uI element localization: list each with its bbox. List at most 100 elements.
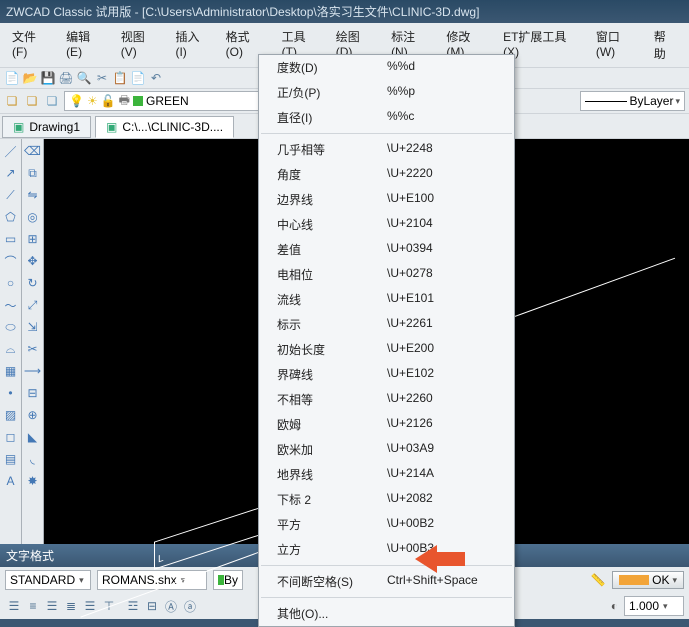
copy-icon[interactable]: 📋 <box>112 70 128 86</box>
ray-icon[interactable]: ↗ <box>3 165 19 181</box>
menu-item[interactable]: 不相等\U+2260 <box>259 387 514 412</box>
mirror-icon[interactable]: ⇋ <box>25 187 41 203</box>
menu-item[interactable]: 初始长度\U+E200 <box>259 337 514 362</box>
justify-icons: ☰ ≡ ☰ ≣ ☰ ⊤ <box>5 597 118 615</box>
menu-item[interactable]: 度数(D)%%d <box>259 55 514 80</box>
menu-insert[interactable]: 插入(I) <box>167 25 217 65</box>
menu-edit[interactable]: 编辑(E) <box>58 25 113 65</box>
text-style-combo[interactable]: STANDARD▾ <box>5 570 91 590</box>
menu-item[interactable]: 流线\U+E101 <box>259 287 514 312</box>
menu-item[interactable]: 下标 2\U+2082 <box>259 487 514 512</box>
by-combo[interactable]: By <box>213 570 243 590</box>
polygon-icon[interactable]: ⬠ <box>3 209 19 225</box>
rect-icon[interactable]: ▭ <box>3 231 19 247</box>
transparency-icon[interactable]: ◐ <box>611 599 618 613</box>
numbers-icon[interactable]: ⊟ <box>143 597 161 615</box>
align-just-icon[interactable]: ≣ <box>62 597 80 615</box>
menu-item[interactable]: 角度\U+2220 <box>259 162 514 187</box>
align-left-icon[interactable]: ☰ <box>5 597 23 615</box>
menu-item[interactable]: 界碑线\U+E102 <box>259 362 514 387</box>
align-right-icon[interactable]: ☰ <box>43 597 61 615</box>
layer-icon3[interactable]: ❏ <box>44 93 60 109</box>
extend-icon[interactable]: ⟶ <box>25 363 41 379</box>
paste-icon[interactable]: 📄 <box>130 70 146 86</box>
trim-icon[interactable]: ✂ <box>25 341 41 357</box>
menu-item[interactable]: 平方\U+00B2 <box>259 512 514 537</box>
menu-item[interactable]: 边界线\U+E100 <box>259 187 514 212</box>
menu-item[interactable]: 地界线\U+214A <box>259 462 514 487</box>
menu-item[interactable]: 电相位\U+0278 <box>259 262 514 287</box>
cut-icon[interactable]: ✂ <box>94 70 110 86</box>
lowercase-icon[interactable]: ⓐ <box>181 597 199 615</box>
tab-drawing1[interactable]: ▣ Drawing1 <box>2 116 91 138</box>
copy-mod-icon[interactable]: ⧉ <box>25 165 41 181</box>
fillet-icon[interactable]: ◟ <box>25 451 41 467</box>
menu-item-value: \U+0278 <box>387 266 502 283</box>
table-icon[interactable]: ▤ <box>3 451 19 467</box>
ellipse-arc-icon[interactable]: ⌓ <box>3 341 19 357</box>
uppercase-icon[interactable]: Ⓐ <box>162 597 180 615</box>
print-icon[interactable]: 🖨 <box>58 70 74 86</box>
menu-item-label: 差值 <box>277 241 387 258</box>
move-icon[interactable]: ✥ <box>25 253 41 269</box>
menu-view[interactable]: 视图(V) <box>113 25 168 65</box>
offset-icon[interactable]: ◎ <box>25 209 41 225</box>
menu-item[interactable]: 正/负(P)%%p <box>259 80 514 105</box>
number-combo[interactable]: 1.000▾ <box>624 596 684 616</box>
color-swatch <box>133 96 143 106</box>
chamfer-icon[interactable]: ◣ <box>25 429 41 445</box>
spline-icon[interactable]: ～ <box>3 297 19 313</box>
ruler-icon[interactable]: 📏 <box>590 572 606 588</box>
hatch-icon[interactable]: ▨ <box>3 407 19 423</box>
break-icon[interactable]: ⊟ <box>25 385 41 401</box>
menu-file[interactable]: 文件(F) <box>4 25 58 65</box>
erase-icon[interactable]: ⌫ <box>25 143 41 159</box>
circle-icon[interactable]: ○ <box>3 275 19 291</box>
menu-item-label: 地界线 <box>277 466 387 483</box>
explode-icon[interactable]: ✸ <box>25 473 41 489</box>
font-combo[interactable]: ROMANS.shx▾ <box>97 570 207 590</box>
new-icon[interactable]: 📄 <box>4 70 20 86</box>
join-icon[interactable]: ⊕ <box>25 407 41 423</box>
tab-label: C:\...\CLINIC-3D.... <box>122 120 223 134</box>
menu-item[interactable]: 标示\U+2261 <box>259 312 514 337</box>
undo-icon[interactable]: ↶ <box>148 70 164 86</box>
menu-item[interactable]: 中心线\U+2104 <box>259 212 514 237</box>
region-icon[interactable]: ◻ <box>3 429 19 445</box>
menu-item-value: \U+2261 <box>387 316 502 333</box>
line-icon[interactable]: ／ <box>3 143 19 159</box>
open-icon[interactable]: 📂 <box>22 70 38 86</box>
menu-item[interactable]: 欧米加\U+03A9 <box>259 437 514 462</box>
pline-icon[interactable]: ⟋ <box>3 187 19 203</box>
layer-icon[interactable]: ❏ <box>4 93 20 109</box>
menu-item[interactable]: 欧姆\U+2126 <box>259 412 514 437</box>
menu-window[interactable]: 窗口(W) <box>588 25 646 65</box>
point-icon[interactable]: • <box>3 385 19 401</box>
menu-item[interactable]: 其他(O)... <box>259 601 514 626</box>
text-icon[interactable]: A <box>3 473 19 489</box>
ellipse-icon[interactable]: ⬭ <box>3 319 19 335</box>
menu-item-value: \U+0394 <box>387 241 502 258</box>
menu-item[interactable]: 不间断空格(S)Ctrl+Shift+Space <box>259 569 514 594</box>
layer-icon2[interactable]: ❏ <box>24 93 40 109</box>
block-icon[interactable]: ▦ <box>3 363 19 379</box>
save-icon[interactable]: 💾 <box>40 70 56 86</box>
arc-icon[interactable]: ⌒ <box>3 253 19 269</box>
menu-item-value: \U+E102 <box>387 366 502 383</box>
menu-item[interactable]: 几乎相等\U+2248 <box>259 137 514 162</box>
stretch-icon[interactable]: ⇲ <box>25 319 41 335</box>
preview-icon[interactable]: 🔍 <box>76 70 92 86</box>
ok-button[interactable]: OK ▾ <box>612 571 684 589</box>
menu-item[interactable]: 差值\U+0394 <box>259 237 514 262</box>
menu-item-value: %%c <box>387 109 502 126</box>
array-icon[interactable]: ⊞ <box>25 231 41 247</box>
scale-icon[interactable]: ⤢ <box>25 297 41 313</box>
menu-item-value: \U+2082 <box>387 491 502 508</box>
linetype-combo[interactable]: ByLayer ▾ <box>580 91 685 111</box>
tab-clinic[interactable]: ▣ C:\...\CLINIC-3D.... <box>95 116 234 138</box>
align-center-icon[interactable]: ≡ <box>24 597 42 615</box>
rotate-icon[interactable]: ↻ <box>25 275 41 291</box>
menu-help[interactable]: 帮助 <box>646 25 685 65</box>
menu-item[interactable]: 立方\U+00B3 <box>259 537 514 562</box>
menu-item[interactable]: 直径(I)%%c <box>259 105 514 130</box>
